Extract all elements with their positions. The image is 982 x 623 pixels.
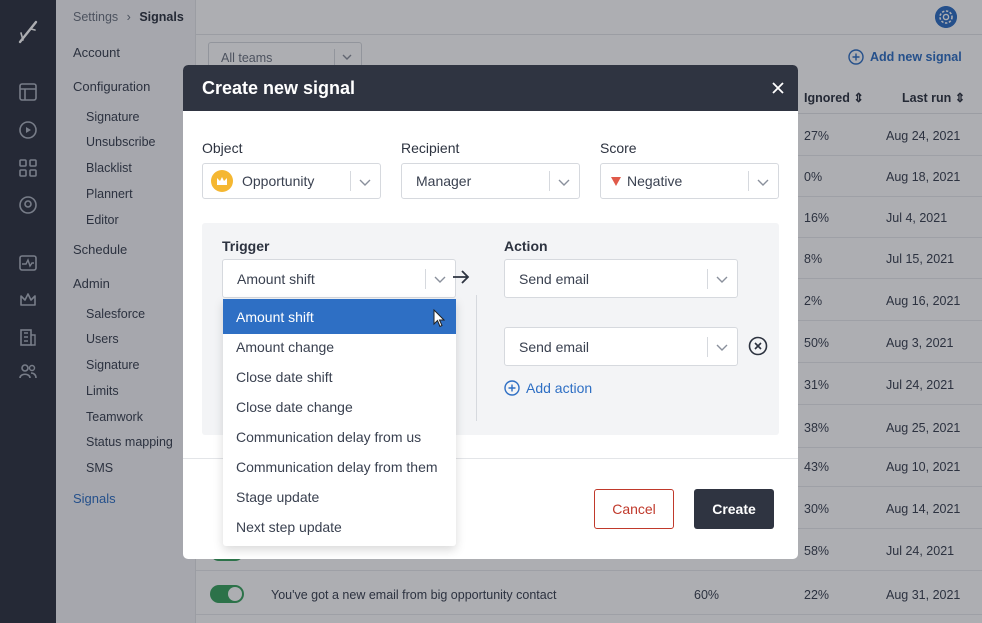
action-select[interactable]: Send email <box>504 259 738 298</box>
mouse-cursor-icon <box>433 309 445 328</box>
chevron-down-icon <box>359 179 371 186</box>
trigger-dropdown-menu: Amount shift Amount change Close date sh… <box>223 299 456 546</box>
dropdown-option[interactable]: Communication delay from us <box>223 422 456 452</box>
select-separator <box>425 269 426 289</box>
dropdown-option[interactable]: Close date shift <box>223 362 456 392</box>
trigger-select[interactable]: Amount shift <box>222 259 456 298</box>
object-label: Object <box>202 140 243 156</box>
option-label: Amount shift <box>236 309 314 325</box>
arrow-right-icon <box>453 270 470 284</box>
create-button[interactable]: Create <box>694 489 774 529</box>
option-label: Communication delay from them <box>236 459 438 475</box>
option-label: Close date shift <box>236 369 333 385</box>
option-label: Next step update <box>236 519 342 535</box>
trigger-label: Trigger <box>222 238 270 254</box>
modal-title: Create new signal <box>202 78 356 98</box>
plus-circle-icon <box>504 380 520 396</box>
recipient-select[interactable]: Manager <box>401 163 580 199</box>
option-label: Amount change <box>236 339 335 355</box>
action-select[interactable]: Send email <box>504 327 738 366</box>
score-label: Score <box>600 140 637 156</box>
recipient-value: Manager <box>416 173 472 189</box>
action-value: Send email <box>519 339 590 355</box>
crown-icon <box>211 170 233 192</box>
option-label: Communication delay from us <box>236 429 422 445</box>
negative-triangle-icon <box>611 177 621 186</box>
dropdown-option[interactable]: Close date change <box>223 392 456 422</box>
add-action-label: Add action <box>526 380 593 396</box>
recipient-label: Recipient <box>401 140 460 156</box>
dropdown-option[interactable]: Communication delay from them <box>223 452 456 482</box>
dropdown-option[interactable]: Amount change <box>223 332 456 362</box>
score-value: Negative <box>627 173 683 189</box>
chevron-down-icon <box>434 276 446 283</box>
remove-action-icon[interactable] <box>748 336 768 356</box>
action-value: Send email <box>519 271 590 287</box>
chevron-down-icon <box>716 276 728 283</box>
divider-line <box>476 295 477 421</box>
object-select[interactable]: Opportunity <box>202 163 381 199</box>
select-separator <box>350 171 351 191</box>
select-separator <box>707 269 708 289</box>
add-action-button[interactable]: Add action <box>504 380 592 396</box>
dropdown-option[interactable]: Stage update <box>223 482 456 512</box>
option-label: Close date change <box>236 399 353 415</box>
dropdown-option[interactable]: Next step update <box>223 512 456 542</box>
select-separator <box>549 171 550 191</box>
select-separator <box>748 171 749 191</box>
score-select[interactable]: Negative <box>600 163 779 199</box>
chevron-down-icon <box>716 344 728 351</box>
chevron-down-icon <box>757 179 769 186</box>
chevron-down-icon <box>558 179 570 186</box>
trigger-value: Amount shift <box>237 271 315 287</box>
modal-header: Create new signal <box>183 65 798 111</box>
cancel-button[interactable]: Cancel <box>594 489 674 529</box>
option-label: Stage update <box>236 489 320 505</box>
select-separator <box>707 337 708 357</box>
dropdown-option[interactable]: Amount shift <box>223 299 456 334</box>
action-label: Action <box>504 238 548 254</box>
object-value: Opportunity <box>242 173 315 189</box>
close-icon[interactable] <box>770 80 786 96</box>
